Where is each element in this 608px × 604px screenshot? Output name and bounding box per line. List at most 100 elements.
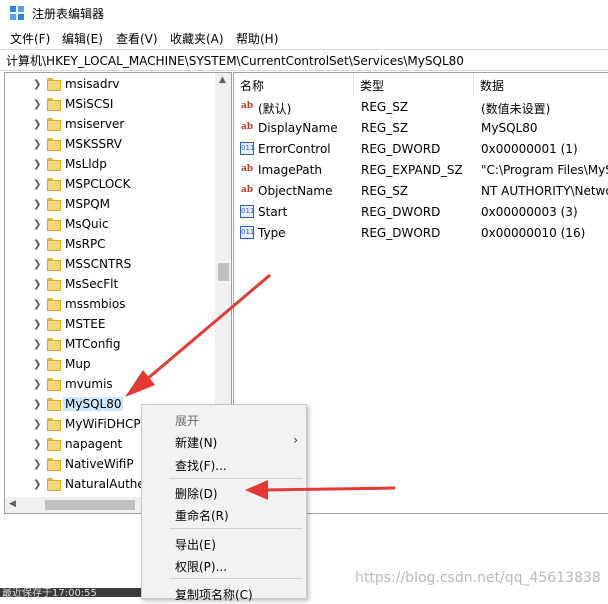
expand-chevron-icon[interactable]: ❯ [33,480,41,490]
watermark: https://blog.csdn.net/qq_45613838 [355,570,601,586]
menu-export[interactable]: 导出(E) [142,532,306,554]
expand-chevron-icon[interactable]: ❯ [33,80,41,90]
column-header-type[interactable]: 类型 [354,73,474,95]
column-header-name[interactable]: 名称 [234,73,354,95]
expand-chevron-icon[interactable]: ❯ [33,200,41,210]
tree-item-label: MyWiFiDHCP [65,417,141,431]
expand-chevron-icon[interactable]: ❯ [33,440,41,450]
folder-icon [47,378,61,391]
folder-icon [47,478,61,491]
expand-chevron-icon[interactable]: ❯ [33,240,41,250]
address-bar[interactable]: 计算机\HKEY_LOCAL_MACHINE\SYSTEM\CurrentCon… [0,49,608,71]
expand-chevron-icon[interactable]: ❯ [33,280,41,290]
scroll-thumb[interactable] [218,263,229,281]
expand-chevron-icon[interactable]: ❯ [33,460,41,470]
menu-edit[interactable]: 编辑(E) [62,30,103,47]
tree-item[interactable]: ❯ mvumis [5,375,215,395]
value-data: (数值未设置) [481,102,551,116]
tree-item-label: MSKSSRV [65,137,122,151]
tree-item-label: MsSecFlt [65,277,119,291]
tree-item[interactable]: ❯ Mup [5,355,215,375]
folder-icon [47,198,61,211]
ab-icon: ab [240,164,254,174]
value-name: (默认) [258,102,292,116]
value-row[interactable]: 011 ErrorControl REG_DWORD 0x00000001 (1) [234,139,608,160]
expand-chevron-icon[interactable]: ❯ [33,160,41,170]
tree-item[interactable]: ❯ msiserver [5,115,215,135]
column-header-data[interactable]: 数据 [474,73,608,95]
menu-find[interactable]: 查找(F)... [142,453,306,475]
expand-chevron-icon[interactable]: ❯ [33,260,41,270]
menu-copy-key-name[interactable]: 复制项名称(C) [142,582,306,604]
expand-chevron-icon[interactable]: ❯ [33,380,41,390]
ab-icon: ab [240,185,254,195]
expand-chevron-icon[interactable]: ❯ [33,180,41,190]
menu-expand[interactable]: 展开 [142,408,306,430]
menu-delete[interactable]: 删除(D) [142,481,306,503]
value-name: Type [258,226,286,240]
menu-help[interactable]: 帮助(H) [236,30,278,47]
tree-item[interactable]: ❯ msisadrv [5,75,215,95]
folder-icon [47,98,61,111]
menu-new[interactable]: 新建(N) › [142,430,306,452]
expand-chevron-icon[interactable]: ❯ [33,120,41,130]
expand-chevron-icon[interactable]: ❯ [33,140,41,150]
folder-icon [47,298,61,311]
menu-rename[interactable]: 重命名(R) [142,503,306,525]
value-name: DisplayName [258,121,338,135]
menu-permissions[interactable]: 权限(P)... [142,554,306,576]
tree-item[interactable]: ❯ MsSecFlt [5,275,215,295]
folder-icon [47,418,61,431]
tree-item[interactable]: ❯ MsLldp [5,155,215,175]
tree-item[interactable]: ❯ mssmbios [5,295,215,315]
value-data: 0x00000003 (3) [481,205,578,219]
expand-chevron-icon[interactable]: ❯ [33,340,41,350]
folder-icon [47,438,61,451]
folder-icon [47,398,61,411]
ab-icon: ab [240,122,254,132]
menu-separator [170,528,302,529]
tree-item[interactable]: ❯ MsRPC [5,235,215,255]
value-row[interactable]: ab ImagePath REG_EXPAND_SZ "C:\Program File… [234,160,608,181]
expand-chevron-icon[interactable]: ❯ [33,320,41,330]
scroll-up-icon[interactable]: ▲ [219,75,226,85]
tree-item[interactable]: ❯ MSiSCSI [5,95,215,115]
address-path[interactable]: 计算机\HKEY_LOCAL_MACHINE\SYSTEM\CurrentCon… [6,52,464,69]
expand-chevron-icon[interactable]: ❯ [33,300,41,310]
value-name: Start [258,205,288,219]
expand-chevron-icon[interactable]: ❯ [33,400,41,410]
value-data: "C:\Program Files\MyS [481,163,608,177]
value-row[interactable]: 011 Start REG_DWORD 0x00000003 (3) [234,202,608,223]
value-row[interactable]: 011 Type REG_DWORD 0x00000010 (16) [234,223,608,244]
value-row[interactable]: ab DisplayName REG_SZ MySQL80 [234,118,608,139]
tree-item[interactable]: ❯ MSKSSRV [5,135,215,155]
value-name: ObjectName [258,184,333,198]
tree-item-label: MSPCLOCK [65,177,131,191]
tree-item[interactable]: ❯ MTConfig [5,335,215,355]
title-bar: 注册表编辑器 [0,0,608,26]
tree-item[interactable]: ❯ MSPCLOCK [5,175,215,195]
menu-favorites[interactable]: 收藏夹(A) [170,30,224,47]
value-row[interactable]: ab ObjectName REG_SZ NT AUTHORITY\Netwo [234,181,608,202]
scroll-left-icon[interactable]: ◀ [9,499,16,509]
context-menu: 展开 新建(N) › 查找(F)... 删除(D) 重命名(R) 导出(E) 权… [141,404,307,602]
tree-item[interactable]: ❯ MSPQM [5,195,215,215]
hscroll-thumb[interactable] [45,500,135,510]
expand-chevron-icon[interactable]: ❯ [33,360,41,370]
folder-icon [47,338,61,351]
tree-item-label: mvumis [65,377,113,391]
tree-item[interactable]: ❯ MSSCNTRS [5,255,215,275]
tree-item[interactable]: ❯ MSTEE [5,315,215,335]
expand-chevron-icon[interactable]: ❯ [33,100,41,110]
menu-file[interactable]: 文件(F) [10,30,50,47]
value-type: REG_SZ [361,100,409,114]
value-data: NT AUTHORITY\Netwo [481,184,608,198]
folder-icon [47,238,61,251]
expand-chevron-icon[interactable]: ❯ [33,420,41,430]
tree-item[interactable]: ❯ MsQuic [5,215,215,235]
tree-item-label: msisadrv [65,77,120,91]
menu-view[interactable]: 查看(V) [116,30,158,47]
tree-item-label: MsRPC [65,237,106,251]
expand-chevron-icon[interactable]: ❯ [33,220,41,230]
value-row[interactable]: ab (默认) REG_SZ (数值未设置) [234,97,608,118]
